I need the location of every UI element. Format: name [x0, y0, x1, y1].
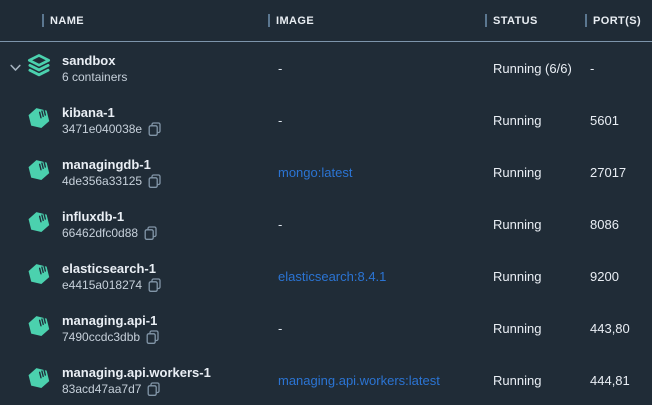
image-cell: - [268, 61, 485, 76]
name-cell: managing.api.workers-1 83acd47aa7d7 [0, 364, 268, 397]
ports-cell: 9200 [585, 269, 652, 284]
container-name: influxdb-1 [62, 208, 157, 225]
image-cell: - [268, 321, 485, 336]
ports-cell: 27017 [585, 165, 652, 180]
container-icon [26, 260, 53, 291]
status-cell: Running [485, 373, 585, 388]
container-row[interactable]: managingdb-1 4de356a33125 mongo:latest R… [0, 146, 652, 198]
name-cell: sandbox 6 containers [0, 52, 268, 85]
container-name: kibana-1 [62, 104, 161, 121]
container-name: managingdb-1 [62, 156, 161, 173]
copy-icon[interactable] [148, 122, 161, 136]
image-cell: - [268, 217, 485, 232]
column-header-name-label: NAME [50, 15, 84, 27]
column-header-name[interactable]: NAME [0, 14, 268, 27]
container-row[interactable]: elasticsearch-1 e4415a018274 elasticsear… [0, 250, 652, 302]
container-icon [26, 104, 53, 135]
container-id: 83acd47aa7d7 [62, 381, 141, 397]
container-row[interactable]: managing.api.workers-1 83acd47aa7d7 mana… [0, 354, 652, 405]
image-link[interactable]: elasticsearch:8.4.1 [268, 269, 485, 284]
ports-cell: 8086 [585, 217, 652, 232]
container-id: 7490ccdc3dbb [62, 329, 140, 345]
column-header-ports[interactable]: PORT(S) [585, 14, 652, 27]
ports-cell: 444,81 [585, 373, 652, 388]
containers-table: NAME IMAGE STATUS PORT(S) [0, 0, 652, 405]
copy-icon[interactable] [147, 382, 160, 396]
status-cell: Running [485, 321, 585, 336]
container-icon [26, 312, 53, 343]
chevron-down-icon[interactable] [10, 63, 21, 74]
status-cell: Running [485, 165, 585, 180]
column-header-image[interactable]: IMAGE [268, 14, 485, 27]
column-divider [42, 14, 44, 27]
column-divider [485, 14, 487, 27]
container-row[interactable]: kibana-1 3471e040038e - Running 5601 [0, 94, 652, 146]
container-name: managing.api.workers-1 [62, 364, 211, 381]
container-id: 3471e040038e [62, 121, 142, 137]
stack-row[interactable]: sandbox 6 containers - Running (6/6) - [0, 42, 652, 94]
column-header-ports-label: PORT(S) [593, 15, 641, 27]
copy-icon[interactable] [148, 278, 161, 292]
status-cell: Running [485, 217, 585, 232]
copy-icon[interactable] [146, 330, 159, 344]
name-cell: managingdb-1 4de356a33125 [0, 156, 268, 189]
name-cell: influxdb-1 66462dfc0d88 [0, 208, 268, 241]
column-divider [585, 14, 587, 27]
container-name: sandbox [62, 52, 127, 69]
container-id: 4de356a33125 [62, 173, 142, 189]
ports-cell: 5601 [585, 113, 652, 128]
column-header-image-label: IMAGE [276, 15, 314, 27]
ports-cell: - [585, 61, 652, 76]
name-cell: kibana-1 3471e040038e [0, 104, 268, 137]
copy-icon[interactable] [144, 226, 157, 240]
container-icon [26, 364, 53, 395]
container-id: 66462dfc0d88 [62, 225, 138, 241]
name-cell: managing.api-1 7490ccdc3dbb [0, 312, 268, 345]
name-cell: elasticsearch-1 e4415a018274 [0, 260, 268, 293]
image-cell: - [268, 113, 485, 128]
container-row[interactable]: influxdb-1 66462dfc0d88 - Running 8086 [0, 198, 652, 250]
image-link[interactable]: managing.api.workers:latest [268, 373, 485, 388]
column-divider [268, 14, 270, 27]
container-id: e4415a018274 [62, 277, 142, 293]
status-cell: Running (6/6) [485, 61, 585, 76]
status-cell: Running [485, 113, 585, 128]
container-name: elasticsearch-1 [62, 260, 161, 277]
status-cell: Running [485, 269, 585, 284]
container-icon [26, 156, 53, 187]
container-row[interactable]: managing.api-1 7490ccdc3dbb - Running 44… [0, 302, 652, 354]
stack-icon [26, 54, 52, 82]
copy-icon[interactable] [148, 174, 161, 188]
container-name: managing.api-1 [62, 312, 159, 329]
table-body: sandbox 6 containers - Running (6/6) - [0, 42, 652, 405]
ports-cell: 443,80 [585, 321, 652, 336]
image-link[interactable]: mongo:latest [268, 165, 485, 180]
container-icon [26, 208, 53, 239]
column-header-status[interactable]: STATUS [485, 14, 585, 27]
column-header-status-label: STATUS [493, 15, 538, 27]
container-count: 6 containers [62, 69, 127, 85]
table-header: NAME IMAGE STATUS PORT(S) [0, 0, 652, 42]
